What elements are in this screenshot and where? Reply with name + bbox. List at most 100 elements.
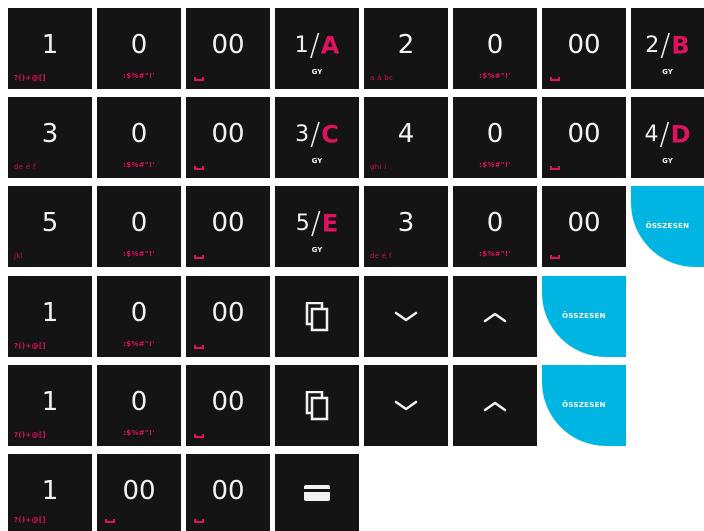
total-label: ÖSSZESEN <box>562 312 606 320</box>
slash: / <box>659 117 670 152</box>
key-0[interactable]: 0 :$%#"!' <box>97 8 181 89</box>
key-0[interactable]: 0 :$%#"!' <box>97 365 181 446</box>
key-00[interactable]: 00 <box>186 365 270 446</box>
key-5-e[interactable]: 5/E GY <box>275 186 359 267</box>
key-sub-label: de é f <box>14 163 36 171</box>
key-1[interactable]: 1 ?()+@[] <box>8 365 92 446</box>
copy-icon <box>275 276 359 357</box>
card-button[interactable] <box>275 454 359 531</box>
key-label: 3 <box>41 119 59 149</box>
key-letter: B <box>671 31 690 60</box>
key-label: 00 <box>567 119 601 149</box>
down-button[interactable] <box>364 276 448 357</box>
total-label: ÖSSZESEN <box>645 222 690 230</box>
total-button[interactable]: ÖSSZESEN <box>542 365 626 446</box>
chevron-down-icon <box>364 276 448 357</box>
key-label: 4 <box>397 119 415 149</box>
total-button[interactable]: ÖSSZESEN <box>542 276 626 357</box>
gy-label: GY <box>662 157 673 165</box>
key-label: 0 <box>486 119 504 149</box>
key-letter: C <box>321 120 339 149</box>
down-button[interactable] <box>364 365 448 446</box>
key-1[interactable]: 1 ?()+@[] <box>8 8 92 89</box>
key-00[interactable]: 00 <box>186 186 270 267</box>
key-sub-label: jkl <box>14 252 23 260</box>
key-label: 0 <box>486 30 504 60</box>
up-button[interactable] <box>453 365 537 446</box>
key-label: 00 <box>211 119 245 149</box>
key-label: 1 <box>41 387 59 417</box>
key-sub-label: ?()+@[] <box>14 516 46 524</box>
key-sub-label: ?()+@[] <box>14 431 46 439</box>
copy-button[interactable] <box>275 365 359 446</box>
key-1[interactable]: 1 ?()+@[] <box>8 276 92 357</box>
key-0[interactable]: 0 :$%#"!' <box>97 97 181 178</box>
key-0[interactable]: 0 :$%#"!' <box>453 97 537 178</box>
key-label: 00 <box>122 476 156 506</box>
key-label: 1 <box>294 33 309 58</box>
total-label: ÖSSZESEN <box>562 401 606 409</box>
key-0[interactable]: 0 :$%#"!' <box>97 186 181 267</box>
key-label: 1 <box>41 30 59 60</box>
key-5[interactable]: 5 jkl <box>8 186 92 267</box>
key-0[interactable]: 0 :$%#"!' <box>453 186 537 267</box>
slash: / <box>310 206 321 241</box>
key-label: 00 <box>211 208 245 238</box>
slash: / <box>310 117 321 152</box>
chevron-up-icon <box>453 365 537 446</box>
key-4[interactable]: 4 ghi í <box>364 97 448 178</box>
key-label: 2 <box>397 30 415 60</box>
key-sub-label: :$%#"!' <box>123 161 155 169</box>
key-00[interactable]: 00 <box>186 454 270 531</box>
key-label: 1 <box>41 298 59 328</box>
key-label: 00 <box>211 476 245 506</box>
copy-icon <box>275 365 359 446</box>
key-letter: A <box>320 31 340 60</box>
total-button[interactable]: ÖSSZESEN <box>631 186 704 267</box>
space-icon <box>194 434 204 438</box>
key-00[interactable]: 00 <box>542 97 626 178</box>
key-label: 5 <box>41 208 59 238</box>
key-label: 0 <box>130 119 148 149</box>
key-letter: D <box>670 120 691 149</box>
key-00[interactable]: 00 <box>186 8 270 89</box>
space-icon <box>194 519 204 523</box>
gy-label: GY <box>311 157 323 165</box>
space-icon <box>550 166 560 170</box>
key-sub-label: :$%#"!' <box>479 161 511 169</box>
key-0[interactable]: 0 :$%#"!' <box>453 8 537 89</box>
key-sub-label: :$%#"!' <box>123 340 155 348</box>
key-label: 0 <box>130 298 148 328</box>
key-2-b[interactable]: 2/B GY <box>631 8 704 89</box>
key-00[interactable]: 00 <box>97 454 181 531</box>
gy-label: GY <box>311 68 323 76</box>
key-0[interactable]: 0 :$%#"!' <box>97 276 181 357</box>
key-sub-label: :$%#"!' <box>479 250 511 258</box>
key-00[interactable]: 00 <box>542 8 626 89</box>
chevron-down-icon <box>364 365 448 446</box>
key-letter: E <box>321 209 339 238</box>
key-00[interactable]: 00 <box>186 97 270 178</box>
key-label: 00 <box>567 30 601 60</box>
key-4-d[interactable]: 4/D GY <box>631 97 704 178</box>
key-3[interactable]: 3 de é f <box>8 97 92 178</box>
key-3-c[interactable]: 3/C GY <box>275 97 359 178</box>
key-00[interactable]: 00 <box>542 186 626 267</box>
gy-label: GY <box>311 246 323 254</box>
key-label: 3 <box>295 122 310 147</box>
key-label: 1 <box>41 476 59 506</box>
key-00[interactable]: 00 <box>186 276 270 357</box>
key-3[interactable]: 3 de é f <box>364 186 448 267</box>
key-label: 0 <box>130 208 148 238</box>
copy-button[interactable] <box>275 276 359 357</box>
space-icon <box>194 166 204 170</box>
key-label: 0 <box>130 30 148 60</box>
key-label: 00 <box>211 298 245 328</box>
key-sub-label: ?()+@[] <box>14 342 46 350</box>
card-icon <box>275 454 359 531</box>
key-2[interactable]: 2 a á bc <box>364 8 448 89</box>
key-label: 5 <box>295 211 310 236</box>
up-button[interactable] <box>453 276 537 357</box>
key-1-a[interactable]: 1/A GY <box>275 8 359 89</box>
key-1[interactable]: 1 ?()+@[] <box>8 454 92 531</box>
